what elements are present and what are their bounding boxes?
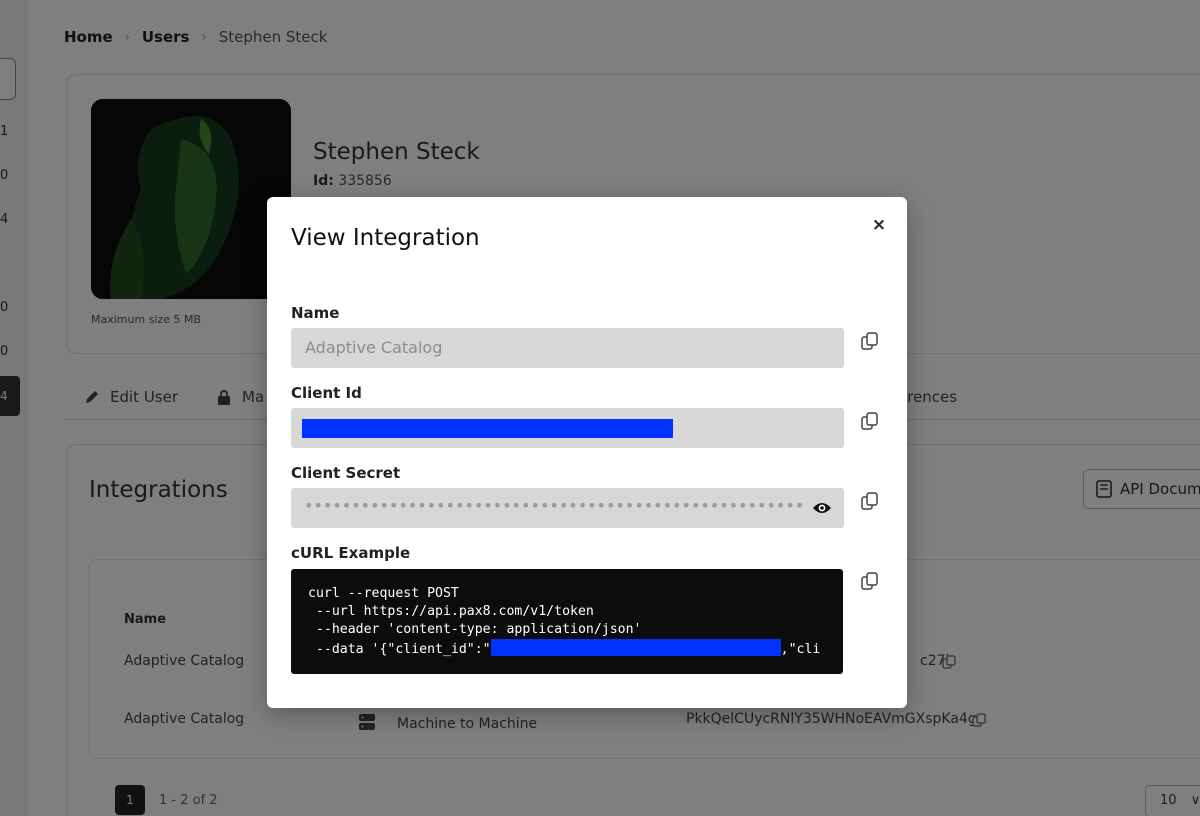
name-field-value: Adaptive Catalog (305, 338, 443, 357)
copy-icon[interactable] (860, 411, 880, 431)
client-secret-field[interactable]: ••••••••••••••••••••••••••••••••••••••••… (291, 488, 844, 528)
name-field[interactable]: Adaptive Catalog (291, 328, 844, 368)
curl-code-block[interactable]: curl --request POST --url https://api.pa… (291, 569, 843, 674)
redaction-bar (302, 419, 673, 438)
curl-example-label: cURL Example (291, 544, 411, 562)
client-secret-label: Client Secret (291, 464, 401, 482)
client-id-label: Client Id (291, 384, 362, 402)
code-line: curl --request POST (308, 586, 459, 601)
code-data-prefix: --data '{"client_id":" (308, 642, 491, 657)
eye-icon[interactable] (812, 499, 832, 517)
code-line: --header 'content-type: application/json… (308, 622, 642, 637)
code-line-data: --data '{"client_id":" ,"cli (308, 639, 843, 657)
client-id-field[interactable] (291, 408, 844, 448)
code-data-suffix: ,"cli (780, 642, 821, 657)
copy-icon[interactable] (860, 331, 880, 351)
code-line: --url https://api.pax8.com/v1/token (308, 604, 594, 619)
name-label: Name (291, 304, 340, 322)
copy-icon[interactable] (860, 491, 880, 511)
redaction-bar (490, 639, 781, 656)
copy-icon[interactable] (860, 571, 880, 591)
client-secret-mask: ••••••••••••••••••••••••••••••••••••••••… (304, 496, 802, 515)
view-integration-modal: View Integration × Name Adaptive Catalog… (267, 197, 907, 708)
modal-title: View Integration (291, 225, 480, 251)
close-icon[interactable]: × (869, 215, 889, 235)
